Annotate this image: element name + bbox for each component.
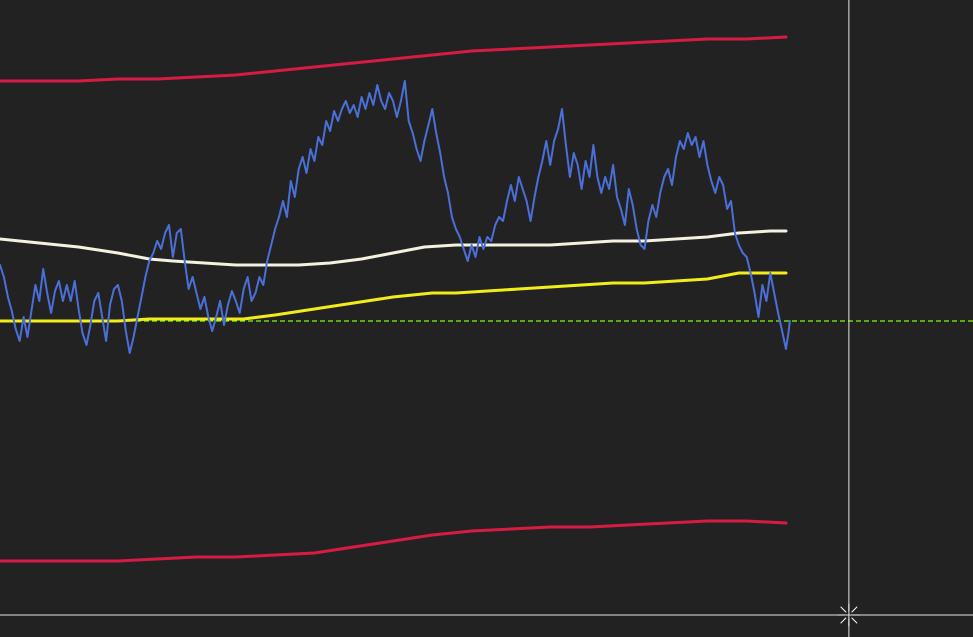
series-line-3	[0, 519, 788, 563]
series-line-0	[0, 229, 788, 267]
series-line-2	[0, 35, 788, 83]
series-layer	[0, 35, 791, 563]
chart-area	[0, 0, 973, 637]
series-line-1	[0, 271, 788, 323]
line-chart	[0, 0, 973, 637]
series-line-4	[0, 80, 791, 354]
